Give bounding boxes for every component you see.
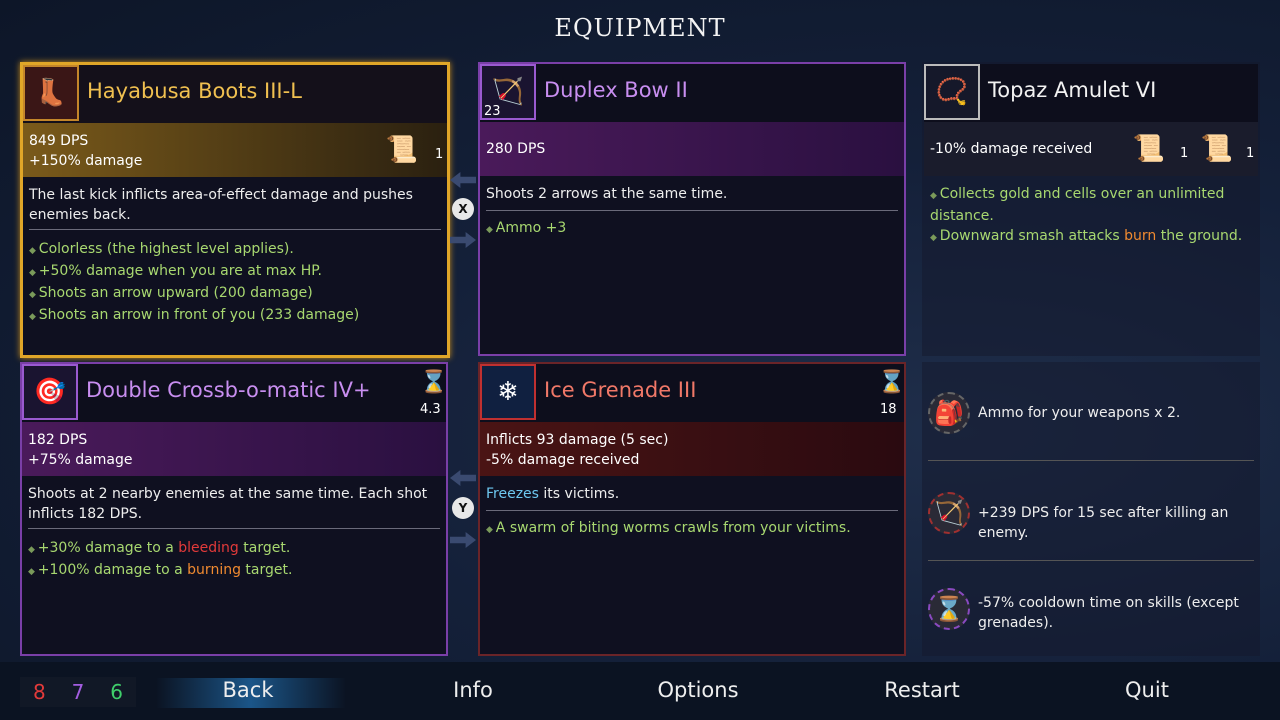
y-button-icon[interactable]: Y (452, 497, 474, 519)
divider (928, 460, 1254, 461)
crossbow-icon: 🎯 (22, 364, 78, 420)
affix: Ammo +3 (486, 218, 898, 240)
damage-stat: +75% damage (28, 452, 133, 468)
boots-icon: 👢 (23, 65, 79, 121)
divider (29, 229, 441, 230)
item-description: Shoots at 2 nearby enemies at the same t… (28, 486, 428, 522)
bow-mutation-icon[interactable]: 🏹 (928, 492, 970, 534)
burning-keyword: burning (187, 562, 241, 578)
info-button[interactable]: Info (430, 678, 516, 702)
affix-list: +30% damage to a bleeding target. +100% … (28, 538, 440, 582)
crossbow-card[interactable]: 🎯 Double Crossb-o-matic IV+ ⌛ 4.3 182 DP… (20, 362, 448, 656)
ice-grenade-icon: ❄ (480, 364, 536, 420)
ammo-count: 23 (484, 104, 501, 119)
hourglass-icon: ⌛ (420, 370, 448, 395)
item-description: The last kick inflicts area-of-effect da… (29, 187, 413, 223)
brutality-scroll-icon: 📜 (385, 135, 419, 165)
damage-received-stat: -5% damage received (486, 452, 640, 468)
affix: Colorless (the highest level applies). (29, 239, 441, 261)
damage-stat: Inflicts 93 damage (5 sec) (486, 432, 669, 448)
item-name: Hayabusa Boots III-L (87, 79, 302, 103)
survival-count: 6 (110, 680, 123, 704)
affix: +50% damage when you are at max HP. (29, 261, 441, 283)
cooldown-value: 4.3 (420, 402, 441, 417)
divider (28, 528, 440, 529)
swap-right-arrow-icon (450, 232, 476, 248)
affix-list: A swarm of biting worms crawls from your… (486, 518, 898, 540)
dps-stat: 849 DPS (29, 133, 89, 149)
amulet-card[interactable]: 📿 Topaz Amulet VI -10% damage received 📜… (922, 62, 1260, 356)
dps-stat: 280 DPS (486, 141, 546, 157)
item-description: Shoots 2 arrows at the same time. (486, 186, 728, 202)
item-name: Topaz Amulet VI (988, 78, 1157, 102)
bleeding-keyword: bleeding (178, 540, 239, 556)
item-name: Double Crossb-o-matic IV+ (86, 378, 371, 402)
tactics-scroll-icon: 📜 (1132, 134, 1166, 164)
quit-button[interactable]: Quit (1108, 678, 1186, 702)
mutation-text: -57% cooldown time on skills (except gre… (978, 595, 1239, 631)
tactics-count: 7 (71, 680, 85, 704)
dps-stat: 182 DPS (28, 432, 88, 448)
scroll-stats: 8 7 6 (20, 677, 136, 707)
divider (486, 210, 898, 211)
affix-list: Ammo +3 (486, 218, 898, 240)
ammo-mutation-icon[interactable]: 🎒 (928, 392, 970, 434)
cooldown-value: 18 (880, 402, 897, 417)
boots-card[interactable]: 👢 Hayabusa Boots III-L 849 DPS +150% dam… (20, 62, 450, 358)
restart-button[interactable]: Restart (872, 678, 972, 702)
swap-right-arrow-icon (450, 532, 476, 548)
grenade-card[interactable]: ❄ Ice Grenade III ⌛ 18 Inflicts 93 damag… (478, 362, 906, 656)
affix: Shoots an arrow in front of you (233 dam… (29, 305, 441, 327)
options-button[interactable]: Options (650, 678, 746, 702)
affix: +30% damage to a bleeding target. (28, 538, 440, 560)
freezes-keyword: Freezes (486, 486, 539, 502)
affix: Collects gold and cells over an unlimite… (930, 184, 1252, 226)
affix-list: Collects gold and cells over an unlimite… (930, 184, 1252, 248)
item-name: Duplex Bow II (544, 78, 688, 102)
affix: +100% damage to a burning target. (28, 560, 440, 582)
page-title: EQUIPMENT (554, 14, 726, 42)
hourglass-mutation-icon[interactable]: ⌛ (928, 588, 970, 630)
survival-scroll-icon: 📜 (1200, 134, 1234, 164)
x-button-icon[interactable]: X (452, 198, 474, 220)
bow-card[interactable]: 🏹 23 Duplex Bow II 280 DPS Shoots 2 arro… (478, 62, 906, 356)
divider (486, 510, 898, 511)
affix: A swarm of biting worms crawls from your… (486, 518, 898, 540)
item-name: Ice Grenade III (544, 378, 697, 402)
affix: Shoots an arrow upward (200 damage) (29, 283, 441, 305)
scroll-count: 1 (1180, 146, 1189, 161)
affix-list: Colorless (the highest level applies). +… (29, 239, 441, 327)
mutation-text: +239 DPS for 15 sec after killing an ene… (978, 505, 1229, 541)
divider (928, 560, 1254, 561)
swap-left-arrow-icon (450, 470, 476, 486)
burn-keyword: burn (1124, 228, 1157, 244)
back-button[interactable]: Back (196, 678, 300, 702)
hourglass-icon: ⌛ (878, 370, 906, 395)
mutation-text: Ammo for your weapons x 2. (978, 405, 1181, 421)
damage-stat: +150% damage (29, 153, 143, 169)
item-description: Freezes its victims. (486, 486, 620, 502)
swap-left-arrow-icon (450, 172, 476, 188)
affix: Downward smash attacks burn the ground. (930, 226, 1252, 248)
brutality-count: 8 (32, 680, 46, 704)
scroll-count: 1 (1246, 146, 1255, 161)
scroll-count: 1 (435, 147, 444, 162)
amulet-icon: 📿 (924, 64, 980, 120)
